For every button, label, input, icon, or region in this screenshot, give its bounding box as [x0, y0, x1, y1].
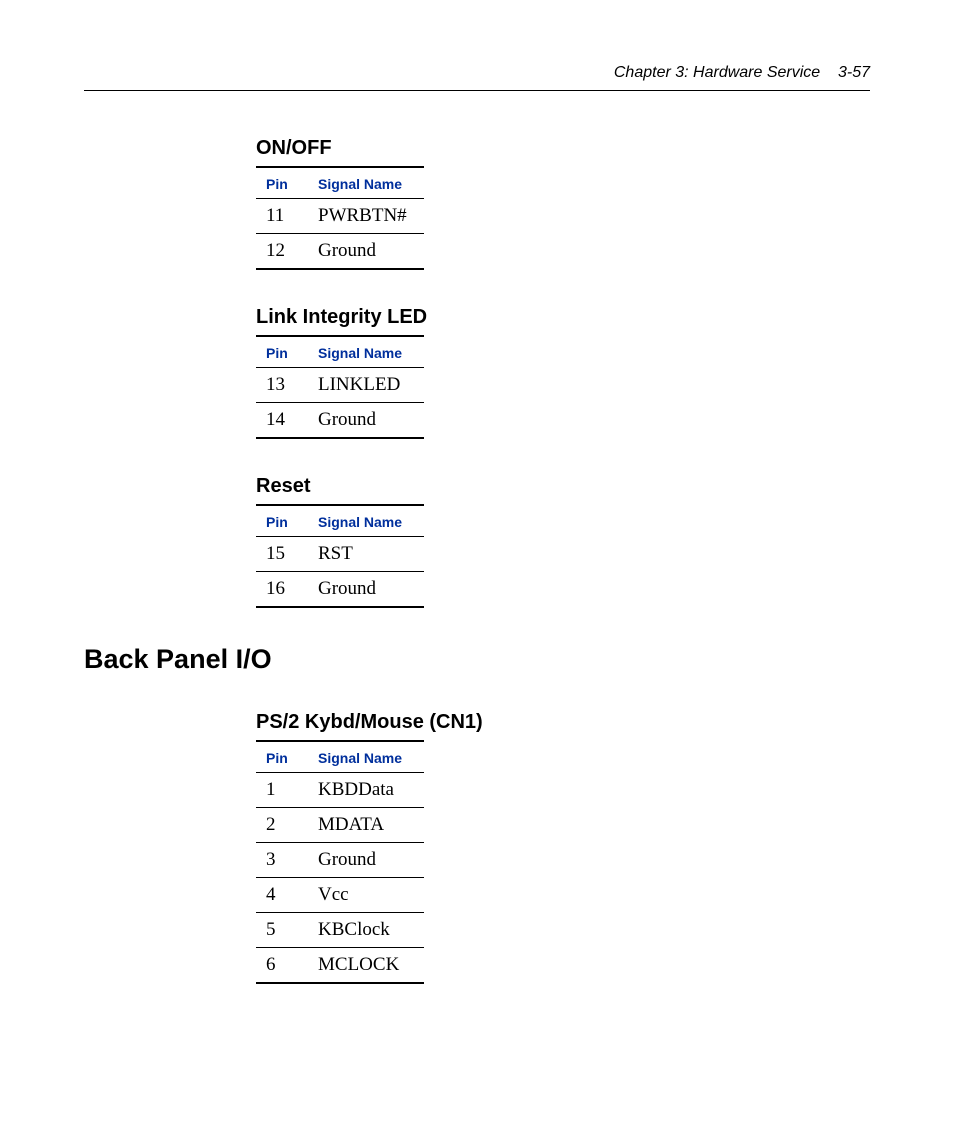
cell-pin: 15 [256, 537, 308, 572]
table-row: 13 LINKLED [256, 368, 424, 403]
table-title-ps2: PS/2 Kybd/Mouse (CN1) [256, 711, 870, 734]
cell-pin: 16 [256, 572, 308, 608]
table-row: 14 Ground [256, 403, 424, 439]
cell-signal: LINKLED [308, 368, 424, 403]
page: Chapter 3: Hardware Service 3-57 ON/OFF … [0, 0, 954, 984]
cell-signal: Ground [308, 234, 424, 270]
table-header-row: Pin Signal Name [256, 505, 424, 537]
section-title-back-panel: Back Panel I/O [84, 644, 870, 675]
table-row: 16 Ground [256, 572, 424, 608]
cell-pin: 11 [256, 199, 308, 234]
table-row: 3 Ground [256, 843, 424, 878]
cell-pin: 4 [256, 878, 308, 913]
pin-table-reset: Pin Signal Name 15 RST 16 Ground [256, 504, 424, 608]
table-title-onoff: ON/OFF [256, 137, 870, 160]
table-row: 2 MDATA [256, 808, 424, 843]
pin-table-ps2: Pin Signal Name 1 KBDData 2 MDATA 3 Grou… [256, 740, 424, 984]
col-pin: Pin [256, 336, 308, 368]
cell-pin: 2 [256, 808, 308, 843]
pin-table-onoff: Pin Signal Name 11 PWRBTN# 12 Ground [256, 166, 424, 270]
col-pin: Pin [256, 167, 308, 199]
table-row: 4 Vcc [256, 878, 424, 913]
cell-signal: PWRBTN# [308, 199, 424, 234]
table-row: 6 MCLOCK [256, 948, 424, 984]
table-header-row: Pin Signal Name [256, 167, 424, 199]
cell-pin: 12 [256, 234, 308, 270]
cell-pin: 14 [256, 403, 308, 439]
table-title-reset: Reset [256, 475, 870, 498]
cell-signal: MCLOCK [308, 948, 424, 984]
table-header-row: Pin Signal Name [256, 741, 424, 773]
table-header-row: Pin Signal Name [256, 336, 424, 368]
cell-pin: 3 [256, 843, 308, 878]
col-signal: Signal Name [308, 741, 424, 773]
cell-signal: Ground [308, 843, 424, 878]
col-pin: Pin [256, 741, 308, 773]
col-signal: Signal Name [308, 505, 424, 537]
cell-signal: KBClock [308, 913, 424, 948]
table-title-link-led: Link Integrity LED [256, 306, 870, 329]
page-number: 3-57 [838, 64, 870, 81]
page-header: Chapter 3: Hardware Service 3-57 [84, 64, 870, 91]
cell-signal: Ground [308, 403, 424, 439]
cell-pin: 13 [256, 368, 308, 403]
col-pin: Pin [256, 505, 308, 537]
cell-signal: Vcc [308, 878, 424, 913]
col-signal: Signal Name [308, 336, 424, 368]
cell-signal: Ground [308, 572, 424, 608]
pin-table-link-led: Pin Signal Name 13 LINKLED 14 Ground [256, 335, 424, 439]
cell-pin: 1 [256, 773, 308, 808]
cell-pin: 6 [256, 948, 308, 984]
cell-signal: MDATA [308, 808, 424, 843]
cell-signal: KBDData [308, 773, 424, 808]
content-area: ON/OFF Pin Signal Name 11 PWRBTN# 12 Gro… [84, 137, 870, 984]
table-row: 12 Ground [256, 234, 424, 270]
table-row: 11 PWRBTN# [256, 199, 424, 234]
cell-pin: 5 [256, 913, 308, 948]
cell-signal: RST [308, 537, 424, 572]
table-row: 5 KBClock [256, 913, 424, 948]
table-row: 1 KBDData [256, 773, 424, 808]
table-row: 15 RST [256, 537, 424, 572]
chapter-label: Chapter 3: Hardware Service [614, 64, 820, 81]
col-signal: Signal Name [308, 167, 424, 199]
